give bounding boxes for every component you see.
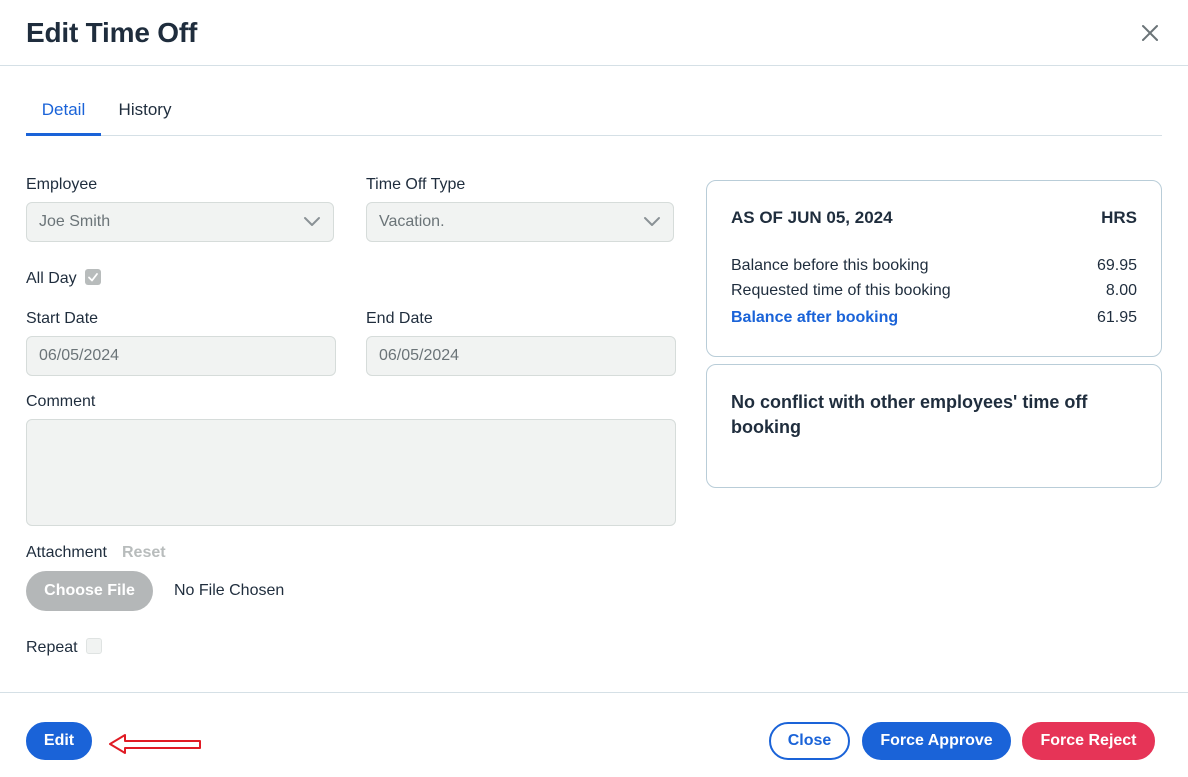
comment-textarea[interactable] xyxy=(26,419,676,526)
dialog-header: Edit Time Off xyxy=(0,0,1188,66)
file-status: No File Chosen xyxy=(174,582,285,599)
annotation-arrow-icon xyxy=(109,734,201,754)
force-reject-button[interactable]: Force Reject xyxy=(1022,722,1155,760)
balance-heading: AS OF JUN 05, 2024 xyxy=(731,208,893,227)
time-off-type-label: Time Off Type xyxy=(366,176,466,193)
balance-unit: HRS xyxy=(1101,208,1137,227)
chevron-down-icon xyxy=(644,217,660,226)
requested-time-value: 8.00 xyxy=(1105,282,1137,299)
close-button[interactable]: Close xyxy=(769,722,850,760)
start-date-label: Start Date xyxy=(26,310,99,327)
checkmark-icon xyxy=(88,273,98,282)
tab-bar: Detail History xyxy=(26,88,1162,136)
end-date-input[interactable]: 06/05/2024 xyxy=(366,336,676,376)
requested-time-label: Requested time of this booking xyxy=(731,282,951,299)
attachment-label: Attachment xyxy=(26,544,107,561)
balance-card: AS OF JUN 05, 2024 HRS Balance before th… xyxy=(706,180,1162,357)
comment-label: Comment xyxy=(26,393,96,410)
time-off-type-select[interactable]: Vacation. xyxy=(366,202,674,242)
dialog-title: Edit Time Off xyxy=(26,17,198,48)
employee-select[interactable]: Joe Smith xyxy=(26,202,334,242)
force-approve-button[interactable]: Force Approve xyxy=(862,722,1011,760)
balance-after-label: Balance after booking xyxy=(731,309,899,326)
conflict-message: No conflict with other employees' time o… xyxy=(731,392,1088,437)
footer-divider xyxy=(0,692,1188,693)
start-date-input[interactable]: 06/05/2024 xyxy=(26,336,336,376)
conflict-card: No conflict with other employees' time o… xyxy=(706,364,1162,488)
employee-value: Joe Smith xyxy=(39,213,111,230)
repeat-checkbox[interactable] xyxy=(86,638,102,654)
repeat-label: Repeat xyxy=(26,639,78,656)
balance-after-value: 61.95 xyxy=(1096,309,1137,326)
choose-file-button[interactable]: Choose File xyxy=(26,571,153,611)
edit-button[interactable]: Edit xyxy=(26,722,92,760)
tab-detail[interactable]: Detail xyxy=(26,88,101,136)
end-date-label: End Date xyxy=(366,310,433,327)
attachment-reset-link[interactable]: Reset xyxy=(122,544,166,562)
chevron-down-icon xyxy=(304,217,320,226)
tab-history[interactable]: History xyxy=(110,88,180,136)
close-icon[interactable] xyxy=(1139,22,1161,44)
time-off-type-value: Vacation. xyxy=(379,213,445,230)
employee-label: Employee xyxy=(26,176,98,193)
all-day-label: All Day xyxy=(26,270,77,287)
balance-before-label: Balance before this booking xyxy=(731,257,929,274)
all-day-checkbox[interactable] xyxy=(85,269,101,285)
balance-before-value: 69.95 xyxy=(1096,257,1137,274)
